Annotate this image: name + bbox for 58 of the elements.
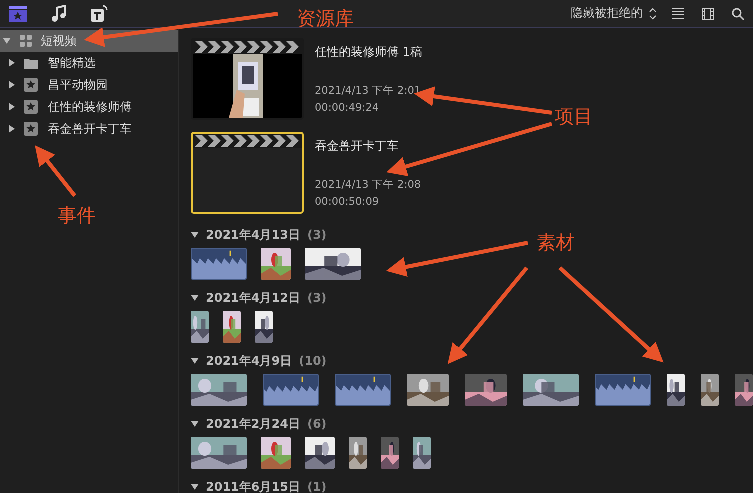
clip-count: (3) xyxy=(307,228,327,242)
clip-count: (10) xyxy=(299,354,327,368)
project-title: 吞金兽开卡丁车 xyxy=(315,138,400,155)
folder-icon xyxy=(24,57,38,69)
clip-count: (3) xyxy=(307,291,327,305)
clapper-star-icon[interactable] xyxy=(8,4,28,22)
search-icon[interactable] xyxy=(731,6,745,20)
event-name: 吞金兽开卡丁车 xyxy=(48,120,132,138)
project-duration: 00:00:50:09 xyxy=(315,195,380,210)
disclosure-triangle-icon[interactable] xyxy=(191,231,199,239)
audio-clip[interactable] xyxy=(191,248,247,280)
filter-dropdown[interactable]: 隐藏被拒绝的 xyxy=(571,5,657,22)
title-icon[interactable] xyxy=(90,4,108,22)
star-icon xyxy=(24,78,38,92)
disclosure-triangle-icon[interactable] xyxy=(8,81,16,89)
date-heading: 2021年2月24日 xyxy=(206,416,300,432)
annotation-label: 项目 xyxy=(555,105,593,130)
event-name: 昌平动物园 xyxy=(48,76,108,94)
up-down-chevron-icon xyxy=(649,8,657,20)
library-icon xyxy=(19,34,33,48)
disclosure-triangle-icon[interactable] xyxy=(191,483,199,491)
project-thumbnail[interactable] xyxy=(191,132,304,214)
date-heading: 2021年4月12日 xyxy=(206,290,300,306)
audio-clip[interactable] xyxy=(335,374,391,406)
star-icon xyxy=(24,122,38,136)
event-row[interactable]: 任性的装修师傅 xyxy=(0,96,178,118)
music-note-icon[interactable] xyxy=(50,4,68,22)
clip-count: (1) xyxy=(307,480,327,493)
filmstrip-icon[interactable] xyxy=(701,6,715,20)
disclosure-triangle-icon[interactable] xyxy=(8,125,16,133)
date-heading: 2021年4月9日 xyxy=(206,352,292,370)
event-name: 任性的装修师傅 xyxy=(48,98,132,116)
annotation-label: 素材 xyxy=(537,231,575,256)
audio-clip[interactable] xyxy=(595,374,651,406)
annotation-label: 资源库 xyxy=(297,7,354,32)
project-duration: 00:00:49:24 xyxy=(315,101,380,116)
project-title: 任性的装修师傅 1稿 xyxy=(315,44,422,61)
date-heading: 2011年6月15日 xyxy=(206,478,300,493)
annotation-label: 事件 xyxy=(58,204,96,229)
disclosure-triangle-icon[interactable] xyxy=(191,357,199,365)
project-thumbnail[interactable] xyxy=(191,38,304,120)
clapper-stripe-icon xyxy=(193,134,302,148)
disclosure-triangle-icon[interactable] xyxy=(191,294,199,302)
clapper-stripe-icon xyxy=(193,40,302,54)
list-view-icon[interactable] xyxy=(671,6,685,20)
event-row[interactable]: 昌平动物园 xyxy=(0,74,178,96)
event-row[interactable]: 智能精选 xyxy=(0,52,178,74)
date-heading: 2021年4月13日 xyxy=(206,226,300,244)
event-row[interactable]: 吞金兽开卡丁车 xyxy=(0,118,178,140)
library-name: 短视频 xyxy=(41,32,77,50)
event-name: 智能精选 xyxy=(48,54,96,72)
disclosure-triangle-icon[interactable] xyxy=(191,420,199,428)
disclosure-triangle-icon[interactable] xyxy=(8,59,16,67)
clip-count: (6) xyxy=(307,417,327,431)
disclosure-triangle-icon[interactable] xyxy=(8,103,16,111)
project-date: 2021/4/13 下午 2:08 xyxy=(315,178,422,193)
audio-clip[interactable] xyxy=(263,374,319,406)
star-icon xyxy=(24,100,38,114)
